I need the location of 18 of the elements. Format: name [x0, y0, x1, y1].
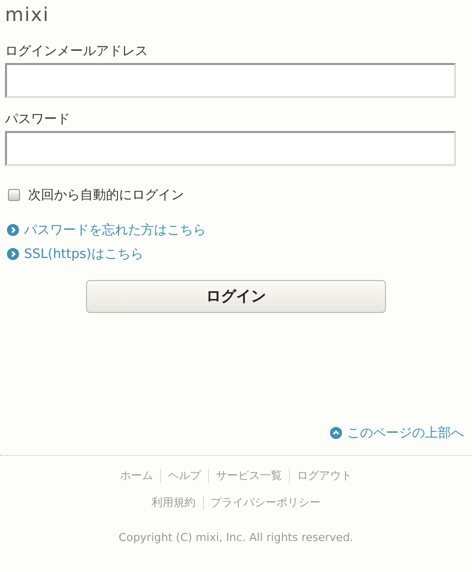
password-field[interactable] [5, 131, 456, 166]
page-top-link[interactable]: このページの上部へ [330, 421, 464, 445]
checkbox-label: 次回から自動的にログイン [28, 187, 184, 204]
email-field[interactable] [5, 63, 456, 98]
field-label: ログインメールアドレス [5, 44, 149, 60]
login-button[interactable]: ログイン [86, 280, 386, 313]
footer-link[interactable]: ホーム [113, 469, 160, 483]
field-label: パスワード [5, 112, 71, 128]
footer-link[interactable]: ヘルプ [160, 469, 208, 483]
copyright: Copyright (C) mixi, Inc. All rights reserved. [118, 531, 354, 544]
link[interactable]: パスワードを忘れた方はこちら [7, 218, 206, 242]
checkbox[interactable] [8, 189, 20, 201]
footer-link[interactable]: サービス一覧 [208, 469, 289, 483]
logo: mixi [4, 3, 50, 28]
footer-link[interactable]: ログアウト [289, 469, 359, 483]
footer-link[interactable]: プライバシーポリシー [202, 496, 328, 510]
link[interactable]: SSL(https)はこちら [7, 242, 144, 266]
footer-link[interactable]: 利用規約 [144, 496, 202, 510]
